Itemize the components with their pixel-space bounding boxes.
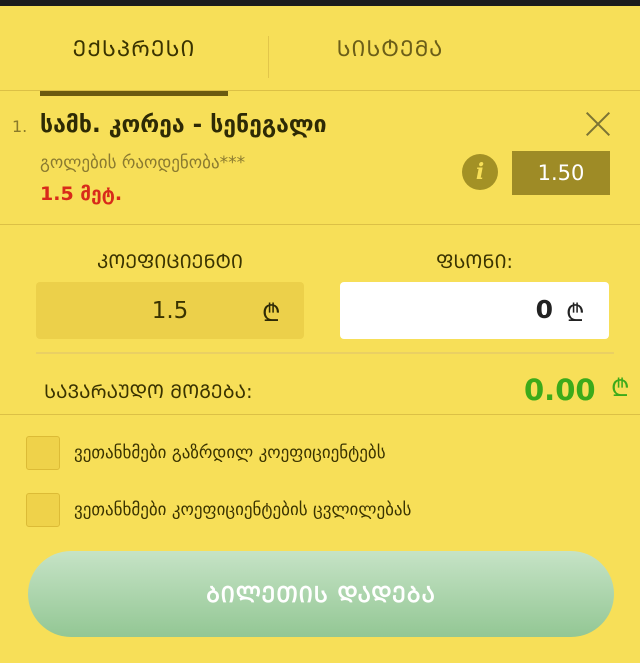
tab-express[interactable]: ᲔᲥᲡᲞᲠᲔᲡᲘ — [40, 6, 228, 90]
bet-number: 1. — [12, 117, 28, 136]
divider — [0, 414, 640, 415]
close-icon[interactable] — [584, 110, 612, 138]
tab-system[interactable]: ᲡᲘᲡᲢᲔᲛᲐ — [270, 6, 510, 90]
info-icon[interactable]: i — [462, 154, 498, 190]
stake-value: 0 — [535, 295, 553, 324]
bet-market: გოლების რაოდენობა*** — [40, 153, 246, 173]
potential-win-label: ᲡᲐᲕᲐᲠᲐᲣᲓᲝ ᲛᲝᲒᲔᲑᲐ: — [44, 381, 253, 403]
stake-label: ᲤᲡᲝᲜᲘ: — [436, 251, 513, 273]
place-bet-button[interactable]: ᲑᲘᲚᲔᲗᲘᲡ ᲓᲐᲓᲔᲑᲐ — [28, 551, 614, 637]
odds-badge: 1.50 — [512, 151, 610, 195]
checkbox-box[interactable] — [26, 493, 60, 527]
checkbox-label: ვეთანხმები კოეფიციენტების ცვლილებას — [74, 500, 412, 520]
lari-icon: ₾ — [566, 299, 585, 327]
checkbox-box[interactable] — [26, 436, 60, 470]
coefficient-display: 1.5 ₾ — [36, 282, 304, 339]
bet-match-title: სამხ. კორეა - სენეგალი — [40, 112, 327, 138]
checkbox-label: ვეთანხმები გაზრდილ კოეფიციენტებს — [74, 443, 386, 463]
divider — [0, 90, 640, 91]
divider — [36, 352, 614, 354]
stake-input[interactable]: 0 ₾ — [340, 282, 609, 339]
divider — [0, 224, 640, 225]
lari-icon: ₾ — [611, 374, 630, 402]
tab-divider — [268, 36, 269, 78]
bet-selection: 1.5 მეტ. — [40, 183, 123, 205]
lari-icon: ₾ — [262, 299, 281, 327]
coefficient-label: ᲙᲝᲔᲤᲘᲪᲘᲔᲜᲢᲘ — [96, 251, 243, 273]
bet-type-tabs: ᲔᲥᲡᲞᲠᲔᲡᲘ ᲡᲘᲡᲢᲔᲛᲐ — [0, 6, 640, 96]
potential-win-value: 0.00 — [524, 373, 596, 407]
